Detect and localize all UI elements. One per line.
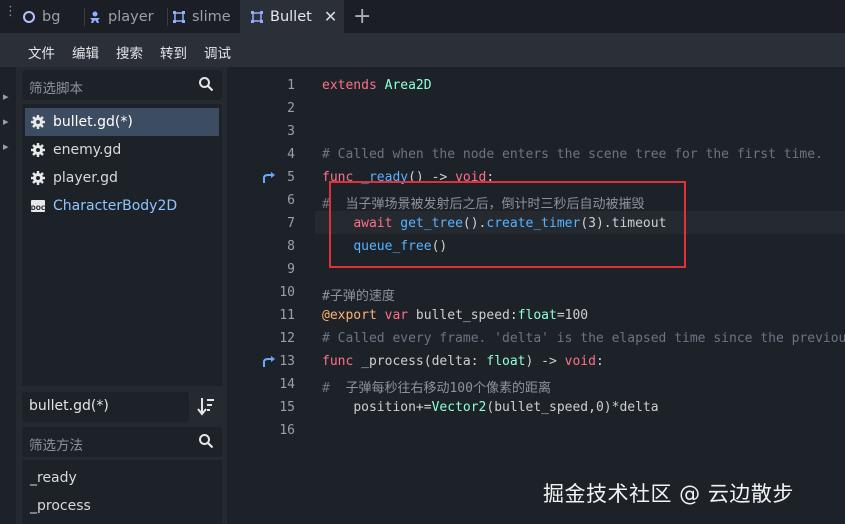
- line-number: 1: [287, 78, 295, 93]
- line-number: 13: [279, 354, 295, 369]
- gear-icon: [31, 171, 45, 185]
- script-item-label: bullet.gd(*): [53, 114, 133, 130]
- method-item-process[interactable]: _process: [30, 498, 91, 514]
- add-tab-button[interactable]: +: [353, 4, 371, 29]
- doc-icon: DOC: [31, 200, 46, 212]
- line-number: 11: [279, 308, 295, 323]
- node2d-icon: [251, 10, 263, 23]
- code-line-12: # Called every frame. 'delta' is the ela…: [322, 331, 845, 346]
- filter-methods-input[interactable]: 筛选方法: [22, 427, 222, 457]
- tab-label: player: [108, 8, 154, 25]
- script-item-characterbody2d[interactable]: DOC CharacterBody2D: [25, 192, 219, 220]
- gear-icon: [31, 143, 45, 157]
- override-arrow-icon[interactable]: [262, 356, 276, 368]
- code-line-10: #子弹的速度: [322, 289, 395, 304]
- current-script-name: bullet.gd(*): [29, 398, 109, 414]
- line-number: 16: [279, 423, 295, 438]
- filter-scripts-input[interactable]: 筛选脚本: [22, 70, 222, 100]
- line-number: 6: [287, 193, 295, 208]
- script-item-player[interactable]: player.gd: [25, 164, 219, 192]
- tab-label: slime: [192, 8, 231, 25]
- tab-bg[interactable]: bg: [22, 0, 84, 33]
- strip-marker-icon: ▸: [3, 115, 9, 128]
- menu-edit[interactable]: 编辑: [72, 42, 99, 62]
- tab-bullet[interactable]: Bullet ✕: [240, 0, 344, 33]
- menu-debug[interactable]: 调试: [204, 42, 231, 62]
- code-line-1: extends Area2D: [322, 78, 432, 93]
- character-node-icon: [90, 11, 100, 23]
- menu-file[interactable]: 文件: [28, 42, 55, 62]
- code-line-14: # 子弹每秒往右移动100个像素的距离: [322, 381, 551, 396]
- menu-search[interactable]: 搜索: [116, 42, 143, 62]
- strip-marker-icon: ▸: [3, 140, 9, 153]
- filter-placeholder: 筛选方法: [29, 438, 83, 454]
- circle-node-icon: [23, 10, 35, 23]
- line-number: 2: [287, 101, 295, 116]
- watermark-text: 掘金技术社区 @ 云边散步: [543, 482, 794, 506]
- tab-divider: [167, 8, 168, 26]
- scene-tab-bar: ⋮ bg player slime Bullet ✕ +: [0, 0, 845, 33]
- script-item-bullet[interactable]: bullet.gd(*): [25, 108, 219, 136]
- filter-placeholder: 筛选脚本: [29, 81, 83, 97]
- tab-grip-icon[interactable]: ⋮: [4, 5, 17, 25]
- search-icon: [199, 77, 214, 92]
- tab-label: bg: [42, 8, 61, 25]
- highlight-box: [329, 181, 686, 268]
- node2d-icon: [173, 10, 185, 23]
- line-number: 10: [279, 285, 295, 300]
- line-number: 4: [287, 147, 295, 162]
- line-number: 15: [279, 400, 295, 415]
- left-dock-strip: ▸ ▸ ▸: [0, 67, 16, 524]
- line-number: 9: [287, 262, 295, 277]
- method-item-ready[interactable]: _ready: [30, 470, 77, 486]
- tab-label: Bullet: [270, 8, 312, 25]
- line-number: 3: [287, 124, 295, 139]
- override-arrow-icon[interactable]: [262, 172, 276, 184]
- code-line-4: # Called when the node enters the scene …: [322, 147, 823, 162]
- line-number: 12: [279, 331, 295, 346]
- tab-slime[interactable]: slime: [172, 0, 238, 33]
- line-number: 8: [287, 239, 295, 254]
- code-line-11: @export var bullet_speed:float=100: [322, 308, 589, 323]
- code-editor[interactable]: 1 2 3 4 5 6 7 8 9 10 11 12 13 14 15 16 e…: [227, 67, 845, 524]
- code-line-15: position+=Vector2(bullet_speed,0)*delta: [353, 400, 659, 415]
- line-number: 14: [279, 377, 295, 392]
- line-number: 7: [287, 216, 295, 231]
- strip-marker-icon: ▸: [3, 90, 9, 103]
- search-icon: [199, 434, 214, 449]
- current-script-field[interactable]: bullet.gd(*): [22, 392, 189, 422]
- menu-goto[interactable]: 转到: [160, 42, 187, 62]
- code-line-13: func _process(delta: float) -> void:: [322, 354, 604, 369]
- script-item-label: enemy.gd: [53, 142, 122, 158]
- close-icon[interactable]: ✕: [324, 7, 337, 26]
- tab-player[interactable]: player: [88, 0, 168, 33]
- script-item-enemy[interactable]: enemy.gd: [25, 136, 219, 164]
- script-item-label: player.gd: [53, 170, 118, 186]
- line-number: 5: [287, 170, 295, 185]
- svg-text:DOC: DOC: [31, 205, 46, 212]
- script-list: bullet.gd(*) enemy.gd player.gd DOC Char…: [22, 104, 222, 386]
- sort-icon[interactable]: [196, 395, 216, 417]
- tab-divider: [84, 8, 85, 26]
- script-menu-bar: 文件 编辑 搜索 转到 调试: [0, 33, 845, 67]
- script-item-label: CharacterBody2D: [53, 198, 178, 214]
- gear-icon: [31, 115, 45, 129]
